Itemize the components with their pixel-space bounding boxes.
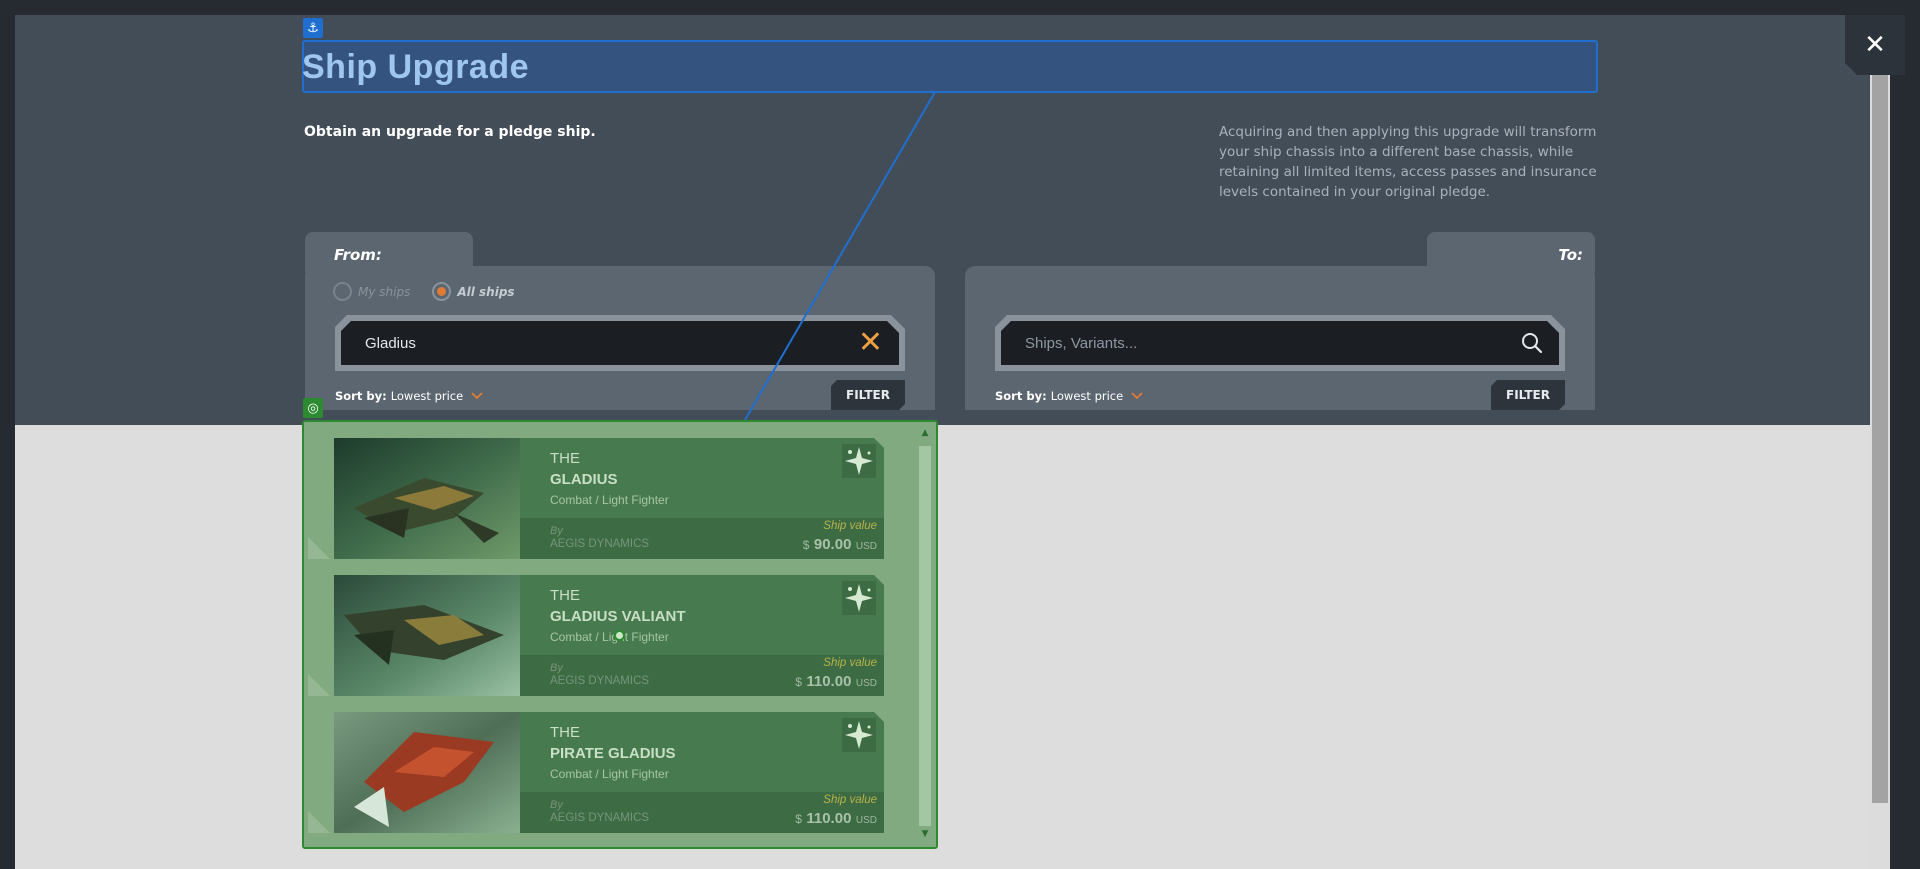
ship-by-label: By	[550, 799, 563, 811]
ship-value-label: Ship value	[823, 794, 877, 806]
to-sort-prefix: Sort by:	[995, 389, 1047, 403]
ship-image-gladius-valiant	[334, 575, 520, 696]
ship-card-gladius[interactable]: THE GLADIUS Combat / Light Fighter By AE…	[308, 438, 884, 559]
page-title: Ship Upgrade	[302, 48, 530, 86]
from-sort-prefix: Sort by:	[335, 389, 387, 403]
clear-search-icon[interactable]: ✕	[858, 328, 883, 358]
ship-card-pirate-gladius[interactable]: THE PIRATE GLADIUS Combat / Light Fighte…	[308, 712, 884, 833]
ship-card-gladius-valiant[interactable]: THE GLADIUS VALIANT Combat / Light Fight…	[308, 575, 884, 696]
ship-prefix: THE	[550, 724, 580, 741]
chevron-down-icon	[471, 390, 483, 403]
ship-scope-radios: My ships All ships	[333, 282, 515, 301]
radio-my-ships-circle[interactable]	[333, 282, 352, 301]
ship-price: $ 110.00 USD	[795, 673, 877, 690]
ship-name: GLADIUS	[550, 471, 618, 488]
radio-all-ships-circle[interactable]	[432, 282, 452, 301]
ship-type-star-icon	[842, 718, 876, 752]
to-filter-button[interactable]: FILTER	[1491, 380, 1565, 410]
scroll-down-icon[interactable]: ▼	[919, 829, 931, 841]
ship-image-gladius	[334, 438, 520, 559]
to-sort-value: Lowest price	[1050, 389, 1124, 403]
from-sort-value: Lowest price	[390, 389, 464, 403]
ship-type-star-icon	[842, 444, 876, 478]
ship-price: $ 110.00 USD	[795, 810, 877, 827]
to-search-box[interactable]: Ships, Variants...	[995, 315, 1565, 371]
to-sort-dropdown[interactable]: Sort by: Lowest price	[995, 389, 1143, 403]
to-label: To:	[1558, 246, 1583, 264]
ship-role: Combat / Light Fighter	[550, 493, 669, 507]
radio-my-ships[interactable]: My ships	[333, 282, 410, 301]
ship-role: Combat / Light Fighter	[550, 767, 669, 781]
from-search-box[interactable]: Gladius ✕	[335, 315, 905, 371]
to-search-input[interactable]: Ships, Variants...	[1025, 335, 1137, 352]
ship-image-pirate-gladius	[334, 712, 520, 833]
ship-price: $ 90.00 USD	[802, 536, 877, 553]
close-icon[interactable]: ✕	[1864, 30, 1886, 60]
to-panel: To: Ships, Variants... Sort by: Lowest p…	[965, 232, 1595, 410]
ship-prefix: THE	[550, 450, 580, 467]
radio-my-ships-label: My ships	[358, 284, 411, 299]
ship-value-label: Ship value	[823, 520, 877, 532]
from-search-input[interactable]: Gladius	[365, 335, 416, 352]
radio-all-ships-label: All ships	[457, 284, 515, 299]
ship-name: GLADIUS VALIANT	[550, 608, 686, 625]
ship-by-label: By	[550, 525, 563, 537]
upgrade-description: Acquiring and then applying this upgrade…	[1219, 124, 1597, 200]
search-icon[interactable]	[1521, 332, 1543, 354]
ship-prefix: THE	[550, 587, 580, 604]
ship-value-label: Ship value	[823, 657, 877, 669]
ship-manufacturer: AEGIS DYNAMICS	[550, 675, 650, 687]
ship-manufacturer: AEGIS DYNAMICS	[550, 538, 650, 550]
from-sort-dropdown[interactable]: Sort by: Lowest price	[335, 389, 483, 403]
scroll-up-icon[interactable]: ▲	[919, 428, 931, 440]
page-scrollbar-thumb[interactable]	[1872, 73, 1888, 803]
ship-by-label: By	[550, 662, 563, 674]
mouse-cursor-marker	[614, 630, 625, 641]
radio-all-ships[interactable]: All ships	[432, 282, 515, 301]
from-label: From:	[334, 246, 382, 264]
target-icon: ◎	[303, 398, 323, 418]
ship-upgrade-modal	[15, 15, 1885, 869]
from-panel: From: My ships All ships Gladius ✕ Sort …	[305, 232, 935, 410]
from-filter-button[interactable]: FILTER	[831, 380, 905, 410]
anchor-icon: ⚓	[303, 18, 323, 38]
ship-role: Combat / Light Fighter	[550, 630, 669, 644]
page-scrollbar[interactable]	[1870, 15, 1890, 869]
close-button[interactable]: ✕	[1845, 15, 1905, 75]
ship-manufacturer: AEGIS DYNAMICS	[550, 812, 650, 824]
chevron-down-icon	[1131, 390, 1143, 403]
page-subtitle: Obtain an upgrade for a pledge ship.	[304, 124, 596, 140]
ship-type-star-icon	[842, 581, 876, 615]
ship-name: PIRATE GLADIUS	[550, 745, 676, 762]
results-scrollbar[interactable]: ▲ ▼	[916, 426, 934, 843]
results-scrollbar-thumb[interactable]	[919, 446, 931, 826]
